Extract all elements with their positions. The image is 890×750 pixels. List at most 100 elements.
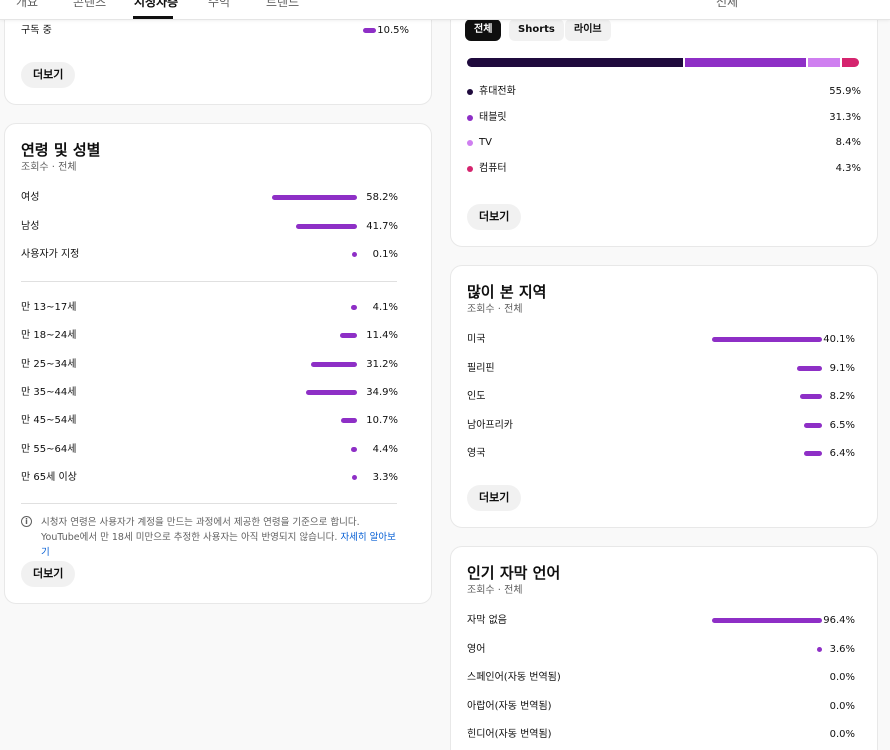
row-label: 필리핀 <box>467 362 495 374</box>
row-label: 사용자가 지정 <box>21 249 80 260</box>
row-percent: 0.0% <box>829 672 855 683</box>
age-note: 시청자 연령은 사용자가 계정을 만드는 과정에서 제공한 연령을 기준으로 합… <box>41 515 401 560</box>
list-row: 힌디어(자동 번역됨) 0.0% <box>467 727 855 743</box>
row-label: 자막 없음 <box>467 615 507 626</box>
period-selector[interactable]: 전체 <box>716 0 738 10</box>
row-percent: 10.7% <box>366 415 398 427</box>
legend-percent: 8.4% <box>835 137 861 148</box>
row-percent: 0.1% <box>372 249 398 260</box>
chip-live[interactable]: 라이브 <box>565 19 611 41</box>
legend-label: 컴퓨터 <box>479 162 507 174</box>
row-label: 여성 <box>21 192 40 203</box>
tab-trends[interactable]: 트렌드 <box>266 0 299 10</box>
row-bar <box>340 333 357 339</box>
device-segment <box>467 58 683 67</box>
row-label: 영어 <box>467 643 486 655</box>
row-percent: 10.5% <box>377 25 409 36</box>
list-row: 필리핀 9.1% <box>467 361 855 377</box>
row-percent: 11.4% <box>366 330 398 342</box>
regions-subtitle: 조회수 · 전체 <box>467 304 523 315</box>
tab-content[interactable]: 콘텐츠 <box>73 0 106 10</box>
subtitles-title: 인기 자막 언어 <box>467 564 561 582</box>
list-row: 여성 58.2% <box>21 190 398 206</box>
row-label: 만 45~54세 <box>21 415 77 427</box>
row-percent: 9.1% <box>829 362 855 374</box>
row-percent: 0.0% <box>829 729 855 740</box>
row-label: 미국 <box>467 334 486 345</box>
age-gender-subtitle: 조회수 · 전체 <box>21 162 77 173</box>
row-label: 인도 <box>467 391 486 402</box>
legend-label: 태블릿 <box>479 111 507 123</box>
chip-shorts[interactable]: Shorts <box>509 19 564 41</box>
row-bar <box>712 618 822 623</box>
row-label: 만 55~64세 <box>21 443 77 455</box>
regions-title: 많이 본 지역 <box>467 283 547 301</box>
row-percent: 96.4% <box>823 615 855 626</box>
device-legend-row: 휴대전화 55.9% <box>467 84 861 100</box>
list-row: 만 13~17세 4.1% <box>21 300 398 316</box>
row-percent: 40.1% <box>823 334 855 345</box>
row-label: 만 18~24세 <box>21 330 77 342</box>
row-label: 만 25~34세 <box>21 358 77 370</box>
chip-all[interactable]: 전체 <box>465 19 502 41</box>
row-percent: 4.1% <box>372 302 398 313</box>
age-gender-more-button[interactable]: 더보기 <box>21 561 76 587</box>
row-percent: 58.2% <box>366 192 398 203</box>
tab-revenue[interactable]: 수익 <box>208 0 230 10</box>
row-percent: 41.7% <box>366 220 398 232</box>
legend-percent: 31.3% <box>829 111 861 123</box>
subscription-more-button[interactable]: 더보기 <box>21 62 76 88</box>
row-percent: 6.4% <box>829 448 855 459</box>
legend-label: 휴대전화 <box>479 86 516 97</box>
list-row: 만 35~44세 34.9% <box>21 385 398 401</box>
device-segment <box>842 58 859 67</box>
tab-overview[interactable]: 개요 <box>16 0 38 10</box>
row-label: 만 65세 이상 <box>21 471 77 483</box>
row-percent: 3.3% <box>372 471 398 483</box>
row-bar <box>350 446 357 452</box>
row-label: 남아프리카 <box>467 419 513 431</box>
device-more-button[interactable]: 더보기 <box>467 204 522 230</box>
row-label: 만 35~44세 <box>21 386 77 398</box>
row-percent: 3.6% <box>829 643 855 655</box>
legend-dot-icon <box>467 165 473 172</box>
row-label: 영국 <box>467 448 486 459</box>
row-bar <box>352 252 357 257</box>
age-note-text: 시청자 연령은 사용자가 계정을 만드는 과정에서 제공한 연령을 기준으로 합… <box>41 517 360 543</box>
tab-audience[interactable]: 시청자층 <box>134 0 178 10</box>
list-row: 만 18~24세 11.4% <box>21 328 398 344</box>
device-legend-row: 컴퓨터 4.3% <box>467 161 861 177</box>
device-segment <box>684 58 806 67</box>
row-percent: 0.0% <box>829 700 855 712</box>
list-row: 미국 40.1% <box>467 332 855 348</box>
list-row: 영어 3.6% <box>467 642 855 658</box>
row-bar <box>306 389 357 395</box>
row-label: 남성 <box>21 220 40 232</box>
subtitles-subtitle: 조회수 · 전체 <box>467 585 523 596</box>
regions-more-button[interactable]: 더보기 <box>467 485 522 511</box>
legend-dot-icon <box>467 89 473 95</box>
device-legend-row: 태블릿 31.3% <box>467 110 861 126</box>
list-row: 스페인어(자동 번역됨) 0.0% <box>467 670 855 686</box>
analytics-tab-bar: 개요 콘텐츠 시청자층 수익 트렌드 전체 <box>0 0 890 20</box>
subscription-row: 구독 중 10.5% <box>21 23 409 39</box>
row-label: 아랍어(자동 번역됨) <box>467 700 552 712</box>
row-percent: 34.9% <box>366 386 398 398</box>
row-percent: 4.4% <box>372 443 398 455</box>
list-row: 자막 없음 96.4% <box>467 613 855 629</box>
device-legend-row: TV 8.4% <box>467 135 861 151</box>
row-bar <box>351 305 357 310</box>
active-tab-underline <box>133 16 173 19</box>
legend-percent: 4.3% <box>835 162 861 174</box>
list-row: 아랍어(자동 번역됨) 0.0% <box>467 699 855 715</box>
row-label: 구독 중 <box>21 25 52 36</box>
row-bar <box>352 474 357 480</box>
list-row: 만 65세 이상 3.3% <box>21 470 398 486</box>
divider <box>21 503 397 504</box>
legend-label: TV <box>479 137 492 148</box>
list-row: 영국 6.4% <box>467 446 855 462</box>
row-bar <box>296 223 357 229</box>
row-bar <box>341 418 357 424</box>
list-row: 남아프리카 6.5% <box>467 418 855 434</box>
device-segment <box>807 58 841 67</box>
